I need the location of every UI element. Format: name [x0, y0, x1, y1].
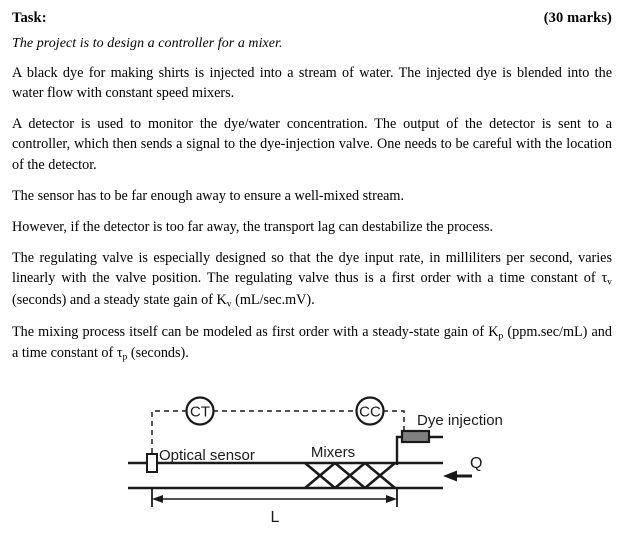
- transmitter-bubble-label: CT: [190, 404, 210, 421]
- optical-sensor-body[interactable]: [146, 453, 158, 473]
- paragraph-transport-lag: However, if the detector is too far away…: [12, 218, 494, 235]
- text-column: Task: (30 marks) The project is to desig…: [12, 10, 612, 365]
- optical-sensor-label: Optical sensor: [159, 447, 255, 464]
- dimension-label-l: L: [271, 509, 280, 526]
- paragraph-regulating-valve: The regulating valve is especially desig…: [12, 248, 612, 311]
- document-page: Task: (30 marks) The project is to desig…: [0, 0, 624, 537]
- static-mixer-elements: [304, 462, 396, 489]
- flow-label-q: Q: [470, 455, 482, 472]
- valve-text-part1: The regulating valve is especially desig…: [12, 250, 612, 287]
- dimension-line-length: [151, 488, 398, 507]
- tau-v-subscript: v: [607, 276, 612, 288]
- controller-bubble-label: CC: [359, 404, 381, 421]
- project-subtitle: The project is to design a controller fo…: [12, 36, 283, 51]
- dye-injection-label: Dye injection: [417, 412, 503, 429]
- task-header: Task: (30 marks): [12, 10, 612, 27]
- paragraph-detector: A detector is used to monitor the dye/wa…: [12, 116, 612, 173]
- process-text-part1: The mixing process itself can be modeled…: [12, 324, 499, 341]
- valve-text-part2: (seconds) and a steady state gain of K: [12, 291, 227, 308]
- paragraph-sensor-distance: The sensor has to be far enough away to …: [12, 187, 404, 204]
- signal-line-cc-to-valve: [383, 410, 405, 437]
- process-text-part3: (seconds).: [127, 345, 189, 362]
- flow-arrow: [443, 470, 472, 482]
- mixer-process-diagram: CT CC Optical sensor Mixers Dye injectio…: [0, 380, 624, 537]
- paragraph-mixing-process: The mixing process itself can be modeled…: [12, 322, 612, 365]
- mixers-label: Mixers: [311, 444, 355, 461]
- valve-text-part3: (mL/sec.mV).: [231, 291, 315, 308]
- dye-injection-valve-body[interactable]: [400, 429, 431, 444]
- paragraph-dye-injection: A black dye for making shirts is injecte…: [12, 65, 612, 102]
- task-label: Task:: [12, 10, 47, 26]
- marks-label: (30 marks): [543, 10, 612, 26]
